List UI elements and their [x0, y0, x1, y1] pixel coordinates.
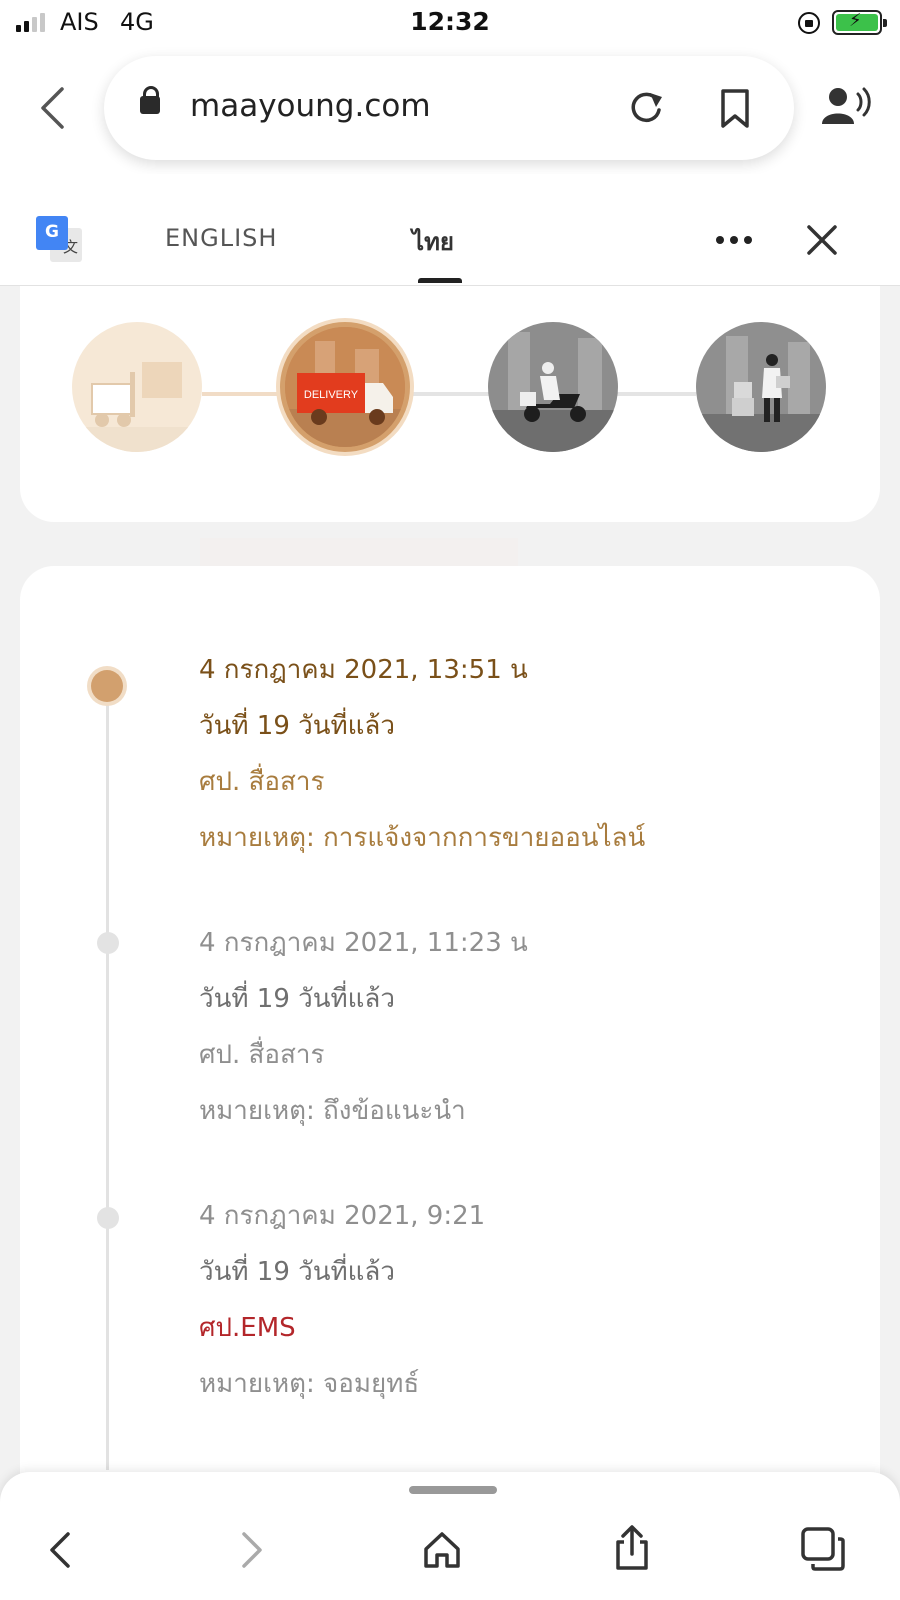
event-location: ศป.EMS [199, 1313, 296, 1343]
browser-bottom-toolbar [0, 1472, 900, 1600]
tab-thai[interactable]: ไทย [412, 222, 454, 261]
event-date: 4 กรกฎาคม 2021, 9:21 [199, 1201, 486, 1231]
progress-step-courier [488, 322, 618, 452]
forklift-icon [72, 362, 202, 452]
close-icon[interactable] [806, 224, 838, 256]
bookmark-icon[interactable] [718, 88, 752, 130]
timeline-event: 4 กรกฎาคม 2021, 9:21 วันที่ 19 วันที่แล้… [199, 1188, 485, 1412]
browser-toolbar: maayoung.com [0, 46, 900, 174]
ad-banner-placeholder [200, 538, 518, 566]
browser-back-icon[interactable] [38, 86, 68, 130]
progress-step-delivery: DELIVERY [280, 322, 410, 452]
parcel-received-icon [696, 336, 826, 452]
event-location: ศป. สื่อสาร [199, 1040, 325, 1070]
back-icon[interactable] [46, 1530, 74, 1570]
tab-active-indicator [418, 278, 462, 283]
google-translate-icon[interactable]: 文 G [36, 216, 84, 264]
timeline-event: 4 กรกฎาคม 2021, 13:51 น วันที่ 19 วันที่… [199, 642, 645, 866]
progress-step-received [696, 322, 826, 452]
progress-step-warehouse [72, 322, 202, 452]
status-bar: AIS 4G 12:32 [0, 0, 900, 46]
delivery-truck-icon: DELIVERY [285, 327, 405, 447]
event-days-ago: วันที่ 19 วันที่แล้ว [199, 1257, 395, 1287]
timeline-line [106, 690, 109, 1470]
event-note: หมายเหตุ: ถึงข้อแนะนำ [199, 1096, 466, 1126]
event-days-ago: วันที่ 19 วันที่แล้ว [199, 711, 395, 741]
timeline-event: 4 กรกฎาคม 2021, 11:23 น วันที่ 19 วันที่… [199, 915, 528, 1139]
timeline-dot [97, 1207, 119, 1229]
event-date: 4 กรกฎาคม 2021, 13:51 น [199, 655, 528, 685]
event-days-ago: วันที่ 19 วันที่แล้ว [199, 984, 395, 1014]
progress-track-done [202, 392, 280, 396]
delivery-label: DELIVERY [304, 389, 359, 401]
event-date: 4 กรกฎาคม 2021, 11:23 น [199, 928, 528, 958]
drag-handle[interactable] [409, 1486, 497, 1494]
translate-bar: 文 G ENGLISH ไทย [0, 174, 900, 286]
event-note: หมายเหตุ: จอมยุทธ์ [199, 1369, 420, 1399]
forward-icon[interactable] [238, 1530, 266, 1570]
delivery-progress-card: DELIVERY [20, 286, 880, 522]
home-icon[interactable] [422, 1530, 462, 1570]
event-location: ศป. สื่อสาร [199, 767, 325, 797]
battery-charging-icon [832, 10, 887, 35]
status-time: 12:32 [410, 7, 490, 36]
timeline-dot [97, 932, 119, 954]
scooter-courier-icon [488, 332, 618, 452]
lock-icon [140, 86, 160, 114]
tabs-icon[interactable] [800, 1526, 846, 1572]
share-icon[interactable] [612, 1524, 652, 1572]
more-options-icon[interactable] [716, 236, 752, 244]
rotation-lock-icon [798, 12, 820, 34]
timeline-dot-active [91, 670, 123, 702]
reader-voice-icon[interactable] [822, 86, 874, 126]
tab-english[interactable]: ENGLISH [165, 224, 277, 252]
address-bar[interactable]: maayoung.com [104, 56, 794, 160]
reload-icon[interactable] [626, 88, 666, 128]
url-text[interactable]: maayoung.com [190, 88, 431, 124]
event-note: หมายเหตุ: การแจ้งจากการขายออนไลน์ [199, 823, 646, 853]
